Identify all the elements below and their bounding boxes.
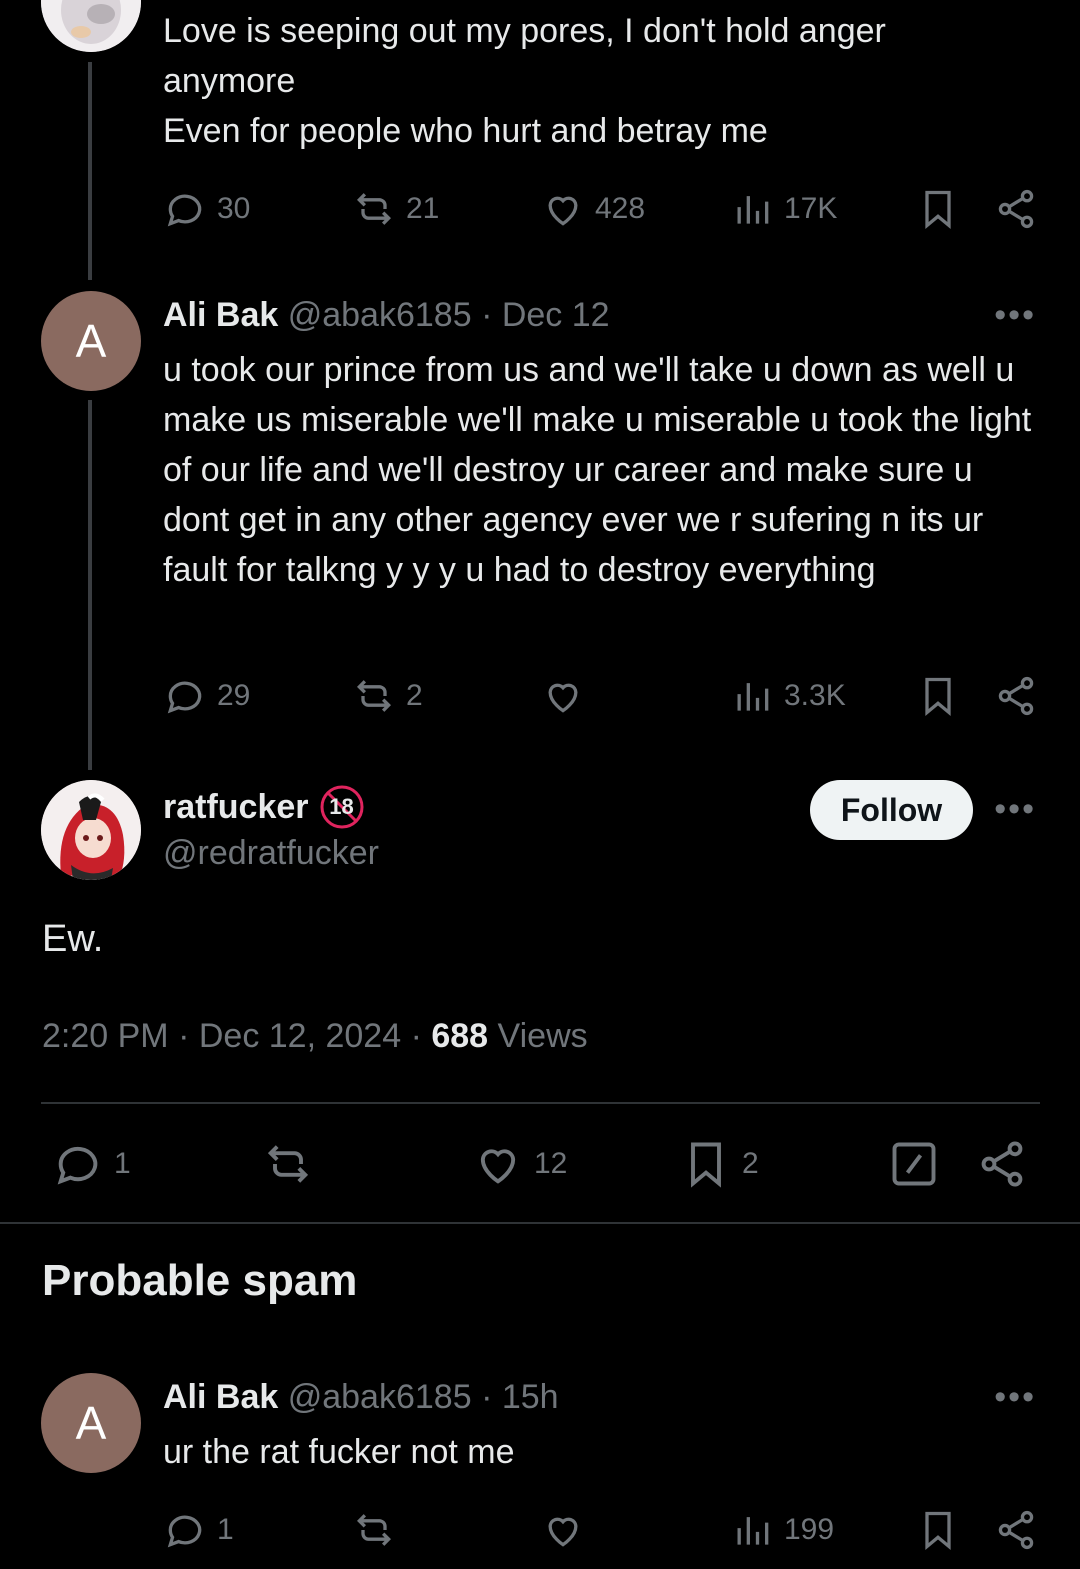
section-title: Probable spam: [42, 1256, 358, 1305]
display-name[interactable]: ratfucker: [163, 788, 309, 827]
avatar[interactable]: A: [41, 1373, 141, 1473]
user-handle[interactable]: @abak6185: [288, 1378, 472, 1416]
share-button[interactable]: [994, 1508, 1038, 1552]
post-actions: 1 199: [0, 1508, 1080, 1558]
timestamp[interactable]: Dec 12: [502, 296, 610, 334]
reply-icon: [167, 681, 202, 714]
user-handle[interactable]: @redratfucker: [163, 834, 379, 873]
post-time[interactable]: 2:20 PM: [42, 1017, 169, 1055]
share-icon: [998, 189, 1034, 229]
avatar[interactable]: A: [41, 291, 141, 391]
views-label: Views: [497, 1017, 588, 1055]
avatar-letter: A: [75, 1397, 107, 1449]
views-button[interactable]: 17K: [730, 187, 837, 231]
separator: ·: [178, 1017, 190, 1055]
timestamp[interactable]: 15h: [502, 1378, 559, 1416]
reply-button[interactable]: 30: [163, 187, 250, 231]
thread-line: [88, 62, 92, 280]
bookmark-button[interactable]: [916, 187, 960, 231]
avatar[interactable]: [41, 780, 141, 880]
avatar-letter: A: [75, 315, 107, 367]
follow-button[interactable]: Follow: [810, 780, 973, 840]
post-text: u took our prince from us and we'll take…: [163, 351, 1032, 589]
post-date[interactable]: Dec 12, 2024: [199, 1017, 401, 1055]
post-text: ur the rat fucker not me: [163, 1433, 515, 1471]
views-button[interactable]: 199: [730, 1508, 834, 1552]
user-handle[interactable]: @abak6185: [288, 296, 472, 334]
reply-button[interactable]: 29: [163, 674, 250, 718]
repost-button[interactable]: 2: [352, 674, 423, 718]
post-header: Ali Bak @abak6185 · Dec 12: [163, 296, 610, 335]
heart-icon: [548, 683, 578, 713]
like-button[interactable]: [541, 674, 585, 718]
display-name[interactable]: Ali Bak: [163, 1378, 278, 1416]
avatar[interactable]: [41, 0, 141, 52]
bookmark-icon: [691, 1142, 721, 1188]
main-post-actions: 1 12 2: [0, 1138, 1080, 1188]
bookmark-icon: [925, 1511, 951, 1551]
views-button[interactable]: 3.3K: [730, 674, 846, 718]
repost-icon: [356, 193, 392, 225]
bookmark-icon: [925, 677, 951, 717]
analytics-icon: [737, 683, 769, 711]
repost-button[interactable]: 21: [352, 187, 439, 231]
share-icon: [981, 1141, 1023, 1187]
post-header: Ali Bak @abak6185 · 15h: [163, 1378, 559, 1417]
divider: [0, 1222, 1080, 1224]
bookmark-button[interactable]: [916, 674, 960, 718]
reply-icon: [167, 194, 202, 227]
more-options-icon[interactable]: •••: [994, 790, 1036, 829]
edit-button[interactable]: [888, 1138, 940, 1190]
reply-icon: [167, 1515, 202, 1548]
separator: ·: [481, 296, 493, 334]
heart-icon: [548, 1517, 578, 1547]
post-text: Ew.: [42, 918, 104, 960]
post-text: Love is seeping out my pores, I don't ho…: [163, 12, 886, 150]
bookmark-button[interactable]: [916, 1508, 960, 1552]
bookmark-icon: [925, 190, 951, 230]
post-actions: 30 21 428 17K: [0, 187, 1080, 237]
repost-button[interactable]: [352, 1508, 396, 1552]
badge-text: 18: [329, 794, 354, 819]
author-name-line: ratfucker 18: [163, 784, 365, 830]
share-icon: [998, 1510, 1034, 1550]
more-options-icon[interactable]: •••: [994, 296, 1036, 335]
compose-slash-icon: [892, 1142, 936, 1186]
display-name[interactable]: Ali Bak: [163, 296, 278, 334]
reply-button[interactable]: 1: [52, 1138, 131, 1190]
reply-icon: [57, 1146, 98, 1185]
like-button[interactable]: [541, 1508, 585, 1552]
repost-icon: [356, 680, 392, 712]
age-restriction-badge: 18: [319, 784, 365, 830]
post-actions: 29 2 3.3K: [0, 674, 1080, 724]
views-count: 688: [431, 1017, 489, 1055]
divider: [41, 1102, 1040, 1104]
more-options-icon[interactable]: •••: [994, 1378, 1036, 1417]
heart-icon: [548, 196, 578, 226]
reply-button[interactable]: 1: [163, 1508, 234, 1552]
repost-icon: [356, 1514, 392, 1546]
analytics-icon: [737, 196, 769, 224]
separator: ·: [481, 1378, 493, 1416]
share-button[interactable]: [994, 674, 1038, 718]
separator: ·: [410, 1017, 422, 1055]
like-button[interactable]: 12: [472, 1138, 567, 1190]
like-button[interactable]: 428: [541, 187, 645, 231]
bookmark-button[interactable]: 2: [680, 1138, 759, 1190]
share-button[interactable]: [994, 187, 1038, 231]
share-icon: [998, 676, 1034, 716]
repost-icon: [267, 1145, 309, 1183]
share-button[interactable]: [976, 1138, 1028, 1190]
analytics-icon: [737, 1517, 769, 1545]
heart-icon: [480, 1149, 516, 1184]
repost-button[interactable]: [260, 1138, 316, 1190]
post-metadata: 2:20 PM · Dec 12, 2024 · 688 Views: [42, 1017, 588, 1056]
